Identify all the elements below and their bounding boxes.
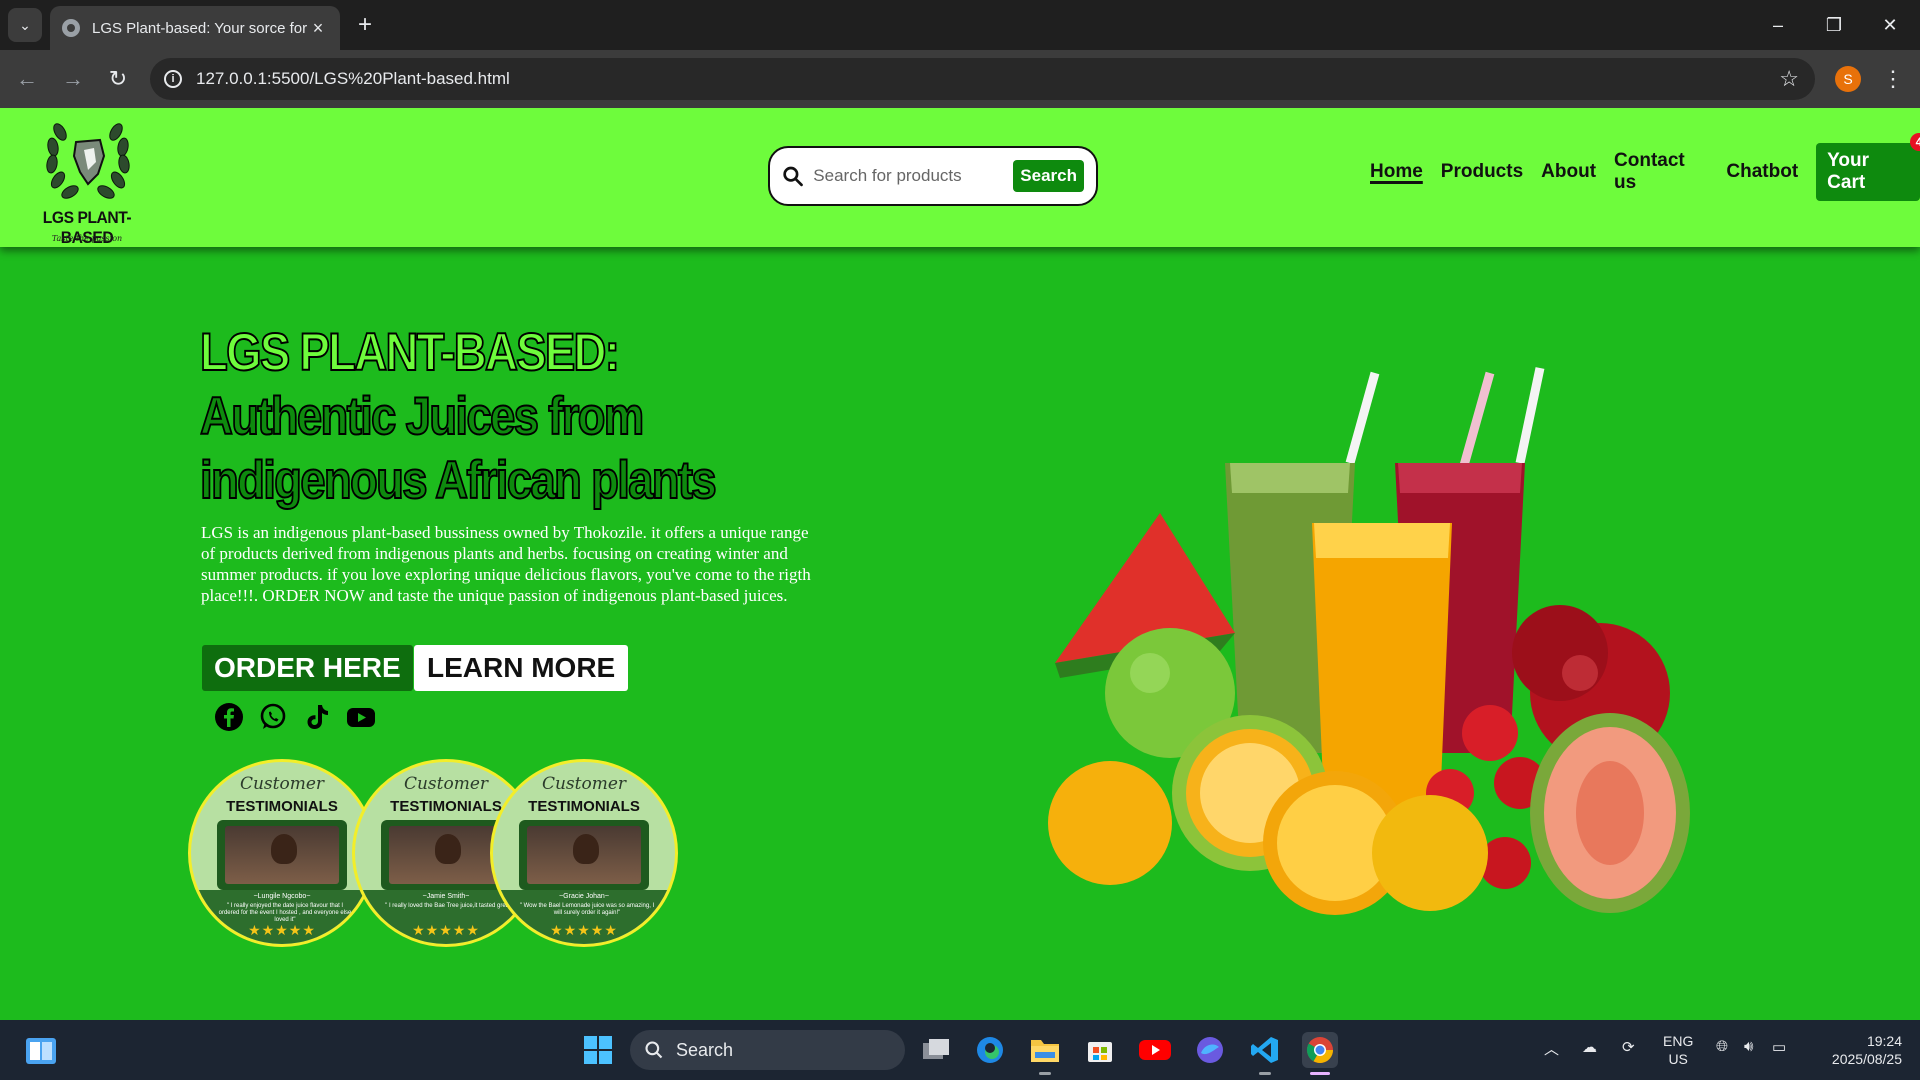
vscode-icon[interactable] <box>1247 1032 1283 1068</box>
copilot-icon[interactable] <box>1192 1032 1228 1068</box>
product-search-bar: Search <box>768 146 1098 206</box>
running-indicator <box>1259 1072 1271 1075</box>
globe-icon <box>62 19 80 37</box>
social-links <box>214 702 376 732</box>
language-indicator[interactable]: ENG US <box>1663 1032 1693 1068</box>
restore-button[interactable]: ❐ <box>1814 10 1854 40</box>
taskbar-search[interactable]: Search <box>630 1030 905 1070</box>
site-header: LGS PLANT-BASED Taste the passion Search… <box>0 108 1920 247</box>
region-code: US <box>1668 1051 1688 1067</box>
site-info-icon[interactable]: i <box>164 70 182 88</box>
testimonial-quote: " Wow the Bael Lemonade juice was so ama… <box>519 903 655 916</box>
tab-title: LGS Plant-based: Your sorce for <box>92 19 308 37</box>
customer-photo <box>217 820 347 890</box>
cart-count-badge: 4 <box>1910 133 1920 151</box>
tab-search-button[interactable]: ⌄ <box>8 8 42 42</box>
rating-stars: ★★★★★ <box>550 922 618 938</box>
sync-icon[interactable]: ⟳ <box>1622 1038 1635 1056</box>
task-view-icon[interactable] <box>918 1032 954 1068</box>
nav-chatbot[interactable]: Chatbot <box>1726 161 1798 183</box>
taskbar-search-label: Search <box>676 1039 734 1060</box>
testimonial-heading: Customer <box>239 774 325 794</box>
active-indicator <box>1310 1072 1330 1075</box>
new-tab-button[interactable]: + <box>352 12 378 38</box>
language-code: ENG <box>1663 1033 1694 1049</box>
search-icon <box>783 166 803 187</box>
customer-name: ~Gracie Johan~ <box>559 893 609 900</box>
bookmark-star-icon[interactable]: ☆ <box>1779 66 1799 92</box>
minimize-button[interactable]: – <box>1758 10 1798 40</box>
juice-and-fruit-image <box>1048 367 1690 915</box>
hero-title-brand: LGS PLANT-BASED: <box>199 322 621 383</box>
web-page: LGS PLANT-BASED Taste the passion Search… <box>0 108 1920 1020</box>
url-text: 127.0.0.1:5500/LGS%20Plant-based.html <box>196 69 510 88</box>
logo-tagline: Taste the passion <box>51 234 123 243</box>
show-hidden-icons-chevron[interactable]: ︿ <box>1544 1038 1559 1059</box>
hero-description: LGS is an indigenous plant-based bussine… <box>201 523 811 605</box>
nav-products[interactable]: Products <box>1441 161 1523 183</box>
learn-more-button[interactable]: LEARN MORE <box>414 645 629 691</box>
clock-date: 2025/08/25 <box>1831 1051 1902 1067</box>
back-arrow-icon[interactable]: ← <box>12 64 42 94</box>
youtube-app-icon[interactable] <box>1137 1032 1173 1068</box>
main-nav: Home Products About Contact us Chatbot Y… <box>1370 133 1920 201</box>
close-tab-icon[interactable]: × <box>308 18 328 39</box>
microsoft-store-icon[interactable] <box>1082 1032 1118 1068</box>
browser-toolbar: ← → ↻ i 127.0.0.1:5500/LGS%20Plant-based… <box>0 50 1920 108</box>
windows-start-icon[interactable] <box>584 1036 612 1064</box>
hero-title-tagline: Authentic Juices from indigenous African… <box>199 386 717 511</box>
testimonial-quote: " I really enjoyed the date juice flavou… <box>218 903 352 923</box>
cart-button[interactable]: Your Cart 4 <box>1816 133 1920 201</box>
youtube-icon[interactable] <box>346 702 376 732</box>
nav-home[interactable]: Home <box>1370 161 1423 183</box>
whatsapp-icon[interactable] <box>258 702 288 732</box>
cart-label: Your Cart <box>1827 150 1870 193</box>
testimonial-card[interactable]: Customer TESTIMONIALS ~Gracie Johan~ " W… <box>490 759 678 947</box>
edge-icon[interactable] <box>972 1032 1008 1068</box>
browser-menu-icon[interactable]: ⋮ <box>1882 64 1904 94</box>
search-icon <box>645 1041 663 1059</box>
testimonial-subheading: TESTIMONIALS <box>226 798 338 815</box>
browser-tab[interactable]: LGS Plant-based: Your sorce for × <box>50 6 340 50</box>
search-button[interactable]: Search <box>1013 160 1084 192</box>
customer-photo <box>519 820 649 890</box>
clock-time: 19:24 <box>1866 1033 1902 1049</box>
testimonial-subheading: TESTIMONIALS <box>528 798 640 815</box>
laurel-wreath-icon <box>46 123 130 199</box>
running-indicator <box>1039 1072 1051 1075</box>
reload-icon[interactable]: ↻ <box>103 64 133 94</box>
onedrive-icon[interactable]: ☁ <box>1582 1038 1597 1056</box>
volume-icon[interactable]: 🔊︎ <box>1744 1038 1753 1055</box>
battery-icon[interactable]: ▭ <box>1772 1038 1786 1056</box>
search-input[interactable] <box>813 166 1014 186</box>
order-here-button[interactable]: ORDER HERE <box>202 645 413 691</box>
facebook-icon[interactable] <box>214 702 244 732</box>
customer-name: ~Lungile Ngcobo~ <box>253 893 311 900</box>
tiktok-icon[interactable] <box>302 702 332 732</box>
site-logo[interactable]: LGS PLANT-BASED Taste the passion <box>22 112 152 247</box>
nav-about[interactable]: About <box>1541 161 1596 183</box>
hero-title: LGS PLANT-BASED: Authentic Juices from i… <box>199 321 717 513</box>
taskbar: Search ︿ ☁ ⟳ ENG US 🌐︎ 🔊︎ ▭ 19:24 2025/0… <box>0 1020 1920 1080</box>
forward-arrow-icon[interactable]: → <box>58 64 88 94</box>
testimonial-heading: Customer <box>541 774 627 794</box>
clock[interactable]: 19:24 2025/08/25 <box>1810 1032 1902 1068</box>
address-bar[interactable]: i 127.0.0.1:5500/LGS%20Plant-based.html … <box>150 58 1815 100</box>
network-icon[interactable]: 🌐︎ <box>1716 1038 1728 1055</box>
close-window-button[interactable]: ✕ <box>1870 10 1910 40</box>
widgets-icon[interactable] <box>26 1038 56 1064</box>
file-explorer-icon[interactable] <box>1027 1032 1063 1068</box>
nav-contact[interactable]: Contact us <box>1614 150 1708 194</box>
chrome-icon[interactable] <box>1302 1032 1338 1068</box>
testimonial-card[interactable]: Customer TESTIMONIALS ~Lungile Ngcobo~ "… <box>188 759 376 947</box>
rating-stars: ★★★★★ <box>248 922 316 938</box>
browser-tabbar: ⌄ LGS Plant-based: Your sorce for × + – … <box>0 0 1920 50</box>
profile-avatar[interactable]: S <box>1835 66 1861 92</box>
